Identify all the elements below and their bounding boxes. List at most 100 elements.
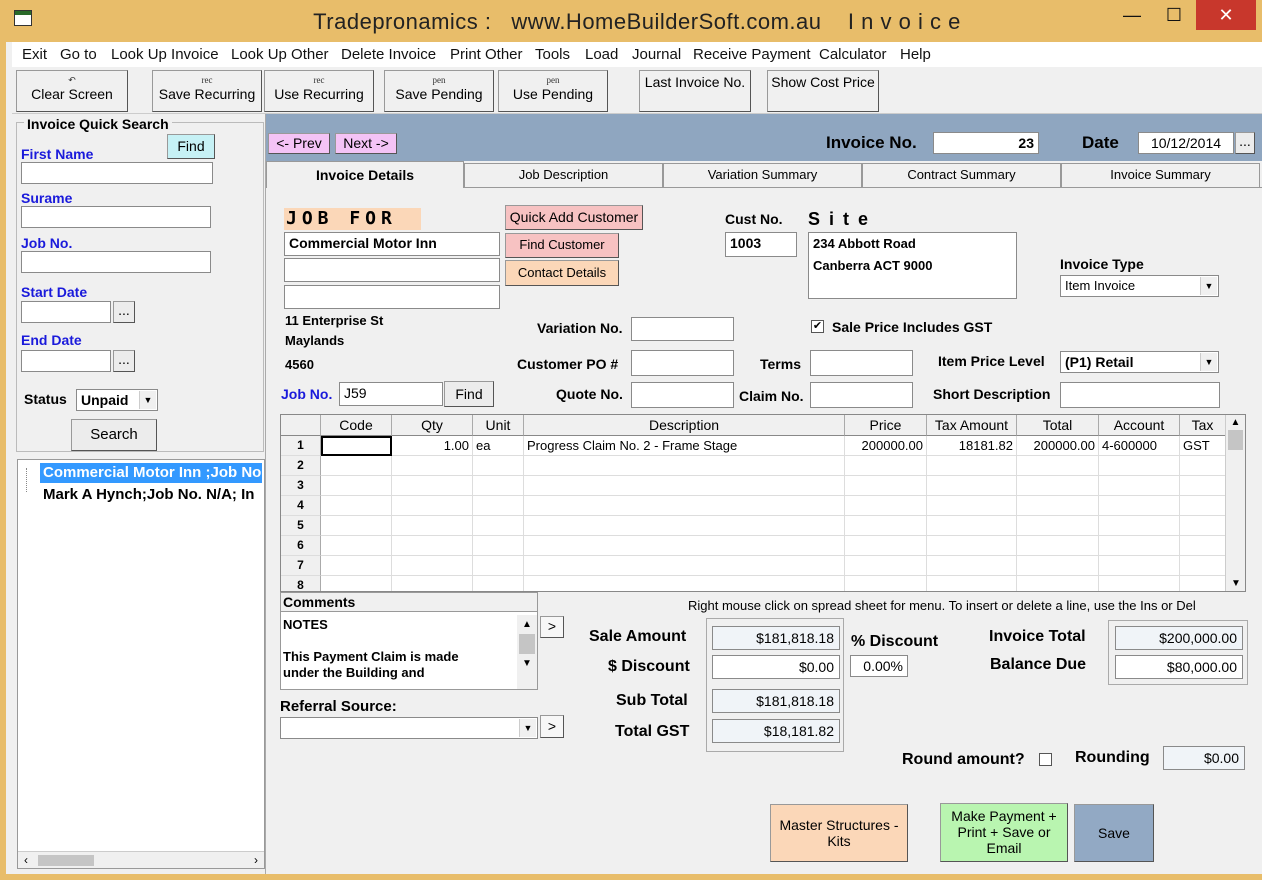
cell-desc[interactable] xyxy=(524,496,845,516)
scroll-right-icon[interactable]: › xyxy=(254,853,258,867)
tab-variation-summary[interactable]: Variation Summary xyxy=(663,163,862,187)
price-level-select[interactable]: (P1) Retail ▼ xyxy=(1060,351,1219,373)
cust-no-input[interactable]: 1003 xyxy=(725,232,797,257)
scroll-up-icon[interactable]: ▲ xyxy=(1226,417,1245,428)
cell-qty[interactable] xyxy=(392,496,473,516)
column-header-qty[interactable]: Qty xyxy=(392,415,473,436)
minimize-button[interactable]: — xyxy=(1109,0,1155,30)
cell-price[interactable] xyxy=(845,456,927,476)
use-pending-button[interactable]: pen Use Pending xyxy=(498,70,608,112)
cell-taxcode[interactable] xyxy=(1180,556,1226,576)
cell-account[interactable] xyxy=(1099,536,1180,556)
tab-invoice-details[interactable]: Invoice Details xyxy=(266,161,464,188)
cell-desc[interactable]: Progress Claim No. 2 - Frame Stage xyxy=(524,436,845,456)
save-pending-button[interactable]: pen Save Pending xyxy=(384,70,494,112)
customer-po-input[interactable] xyxy=(631,350,734,376)
scroll-left-icon[interactable]: ‹ xyxy=(24,853,28,867)
cell-code[interactable] xyxy=(321,536,392,556)
start-date-picker-button[interactable]: ... xyxy=(113,301,135,323)
cell-unit[interactable] xyxy=(473,456,524,476)
menu-go-to[interactable]: Go to xyxy=(60,46,97,63)
last-invoice-button[interactable]: Last Invoice No. xyxy=(639,70,751,112)
cell-desc[interactable] xyxy=(524,456,845,476)
tree-item-result-2[interactable]: Mark A Hynch;Job No. N/A; In xyxy=(40,485,262,505)
cell-desc[interactable] xyxy=(524,556,845,576)
claim-no-input[interactable] xyxy=(810,382,913,408)
short-description-input[interactable] xyxy=(1060,382,1220,408)
quote-no-input[interactable] xyxy=(631,382,734,408)
cell-account[interactable]: 4-600000 xyxy=(1099,436,1180,456)
cell-taxcode[interactable] xyxy=(1180,576,1226,591)
cell-tax[interactable] xyxy=(927,556,1017,576)
cell-code[interactable] xyxy=(321,516,392,536)
cell-total[interactable] xyxy=(1017,476,1099,496)
surname-input[interactable] xyxy=(21,206,211,228)
variation-no-input[interactable] xyxy=(631,317,734,341)
scroll-up-icon[interactable]: ▲ xyxy=(517,619,537,630)
comments-scrollbar[interactable]: ▲ ▼ xyxy=(517,615,537,689)
invoice-type-select[interactable]: Item Invoice ▼ xyxy=(1060,275,1219,297)
cell-total[interactable] xyxy=(1017,536,1099,556)
prev-button[interactable]: <- Prev xyxy=(268,133,330,154)
cell-tax[interactable] xyxy=(927,536,1017,556)
cell-price[interactable]: 200000.00 xyxy=(845,436,927,456)
column-header-account[interactable]: Account xyxy=(1099,415,1180,436)
terms-input[interactable] xyxy=(810,350,913,376)
cell-price[interactable] xyxy=(845,476,927,496)
cell-qty[interactable] xyxy=(392,476,473,496)
site-address-input[interactable]: 234 Abbott Road Canberra ACT 9000 xyxy=(808,232,1017,299)
cell-tax[interactable] xyxy=(927,576,1017,591)
cell-taxcode[interactable] xyxy=(1180,516,1226,536)
cell-price[interactable] xyxy=(845,496,927,516)
tab-invoice-summary[interactable]: Invoice Summary xyxy=(1061,163,1260,187)
cell-code[interactable] xyxy=(321,576,392,591)
cell-total[interactable]: 200000.00 xyxy=(1017,436,1099,456)
save-button[interactable]: Save xyxy=(1074,804,1154,862)
cell-unit[interactable] xyxy=(473,476,524,496)
cell-tax[interactable] xyxy=(927,496,1017,516)
gst-included-checkbox[interactable]: ✔ xyxy=(811,320,824,333)
menu-tools[interactable]: Tools xyxy=(535,46,570,63)
cell-code[interactable] xyxy=(321,556,392,576)
master-structures-button[interactable]: Master Structures - Kits xyxy=(770,804,908,862)
column-header-taxcode[interactable]: Tax xyxy=(1180,415,1226,436)
scroll-down-icon[interactable]: ▼ xyxy=(517,658,537,669)
referral-source-select[interactable]: ▼ xyxy=(280,717,538,739)
first-name-input[interactable] xyxy=(21,162,213,184)
column-header-total[interactable]: Total xyxy=(1017,415,1099,436)
cell-price[interactable] xyxy=(845,556,927,576)
cell-taxcode[interactable] xyxy=(1180,456,1226,476)
date-input[interactable]: 10/12/2014 xyxy=(1138,132,1234,154)
grid-scroll-thumb[interactable] xyxy=(1228,430,1243,450)
menu-load[interactable]: Load xyxy=(585,46,618,63)
status-select[interactable]: Unpaid ▼ xyxy=(76,389,158,411)
cell-unit[interactable] xyxy=(473,576,524,591)
cell-qty[interactable] xyxy=(392,516,473,536)
referral-expand-button[interactable]: > xyxy=(540,715,564,738)
quick-add-customer-button[interactable]: Quick Add Customer xyxy=(505,205,643,230)
job-no-input[interactable] xyxy=(21,251,211,273)
cell-total[interactable] xyxy=(1017,516,1099,536)
scroll-thumb[interactable] xyxy=(38,855,94,866)
round-amount-checkbox[interactable] xyxy=(1039,753,1052,766)
menu-exit[interactable]: Exit xyxy=(22,46,47,63)
comments-textarea[interactable]: NOTES This Payment Claim is made under the… xyxy=(281,615,517,689)
comments-scroll-thumb[interactable] xyxy=(519,634,535,654)
cell-tax[interactable] xyxy=(927,476,1017,496)
cell-price[interactable] xyxy=(845,576,927,591)
cell-price[interactable] xyxy=(845,516,927,536)
cell-account[interactable] xyxy=(1099,516,1180,536)
cell-tax[interactable] xyxy=(927,516,1017,536)
start-date-input[interactable] xyxy=(21,301,111,323)
clear-screen-button[interactable]: ↶ Clear Screen xyxy=(16,70,128,112)
cell-account[interactable] xyxy=(1099,576,1180,591)
invoice-lines-grid[interactable]: 1 2 3 4 5 6 7 8 Code Qty 1.00 Unit ea Description Prog… xyxy=(280,414,1246,592)
menu-look-up-invoice[interactable]: Look Up Invoice xyxy=(111,46,219,63)
contact-details-button[interactable]: Contact Details xyxy=(505,260,619,286)
end-date-picker-button[interactable]: ... xyxy=(113,350,135,372)
show-cost-price-button[interactable]: Show Cost Price xyxy=(767,70,879,112)
job-no-field-input[interactable]: J59 xyxy=(339,382,443,406)
cell-taxcode[interactable]: GST xyxy=(1180,436,1226,456)
cell-unit[interactable] xyxy=(473,496,524,516)
cell-unit[interactable] xyxy=(473,556,524,576)
